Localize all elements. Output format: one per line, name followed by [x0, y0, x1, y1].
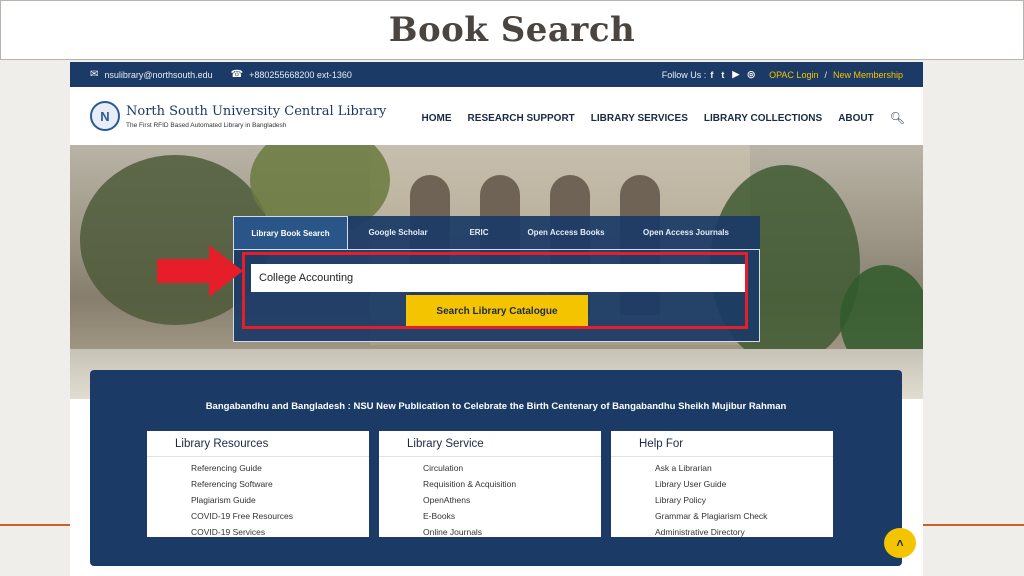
youtube-icon[interactable]: ▶ — [732, 69, 739, 80]
nav-home[interactable]: HOME — [422, 113, 452, 124]
list-item[interactable]: Referencing Software — [191, 476, 369, 492]
email-text: nsulibrary@northsouth.edu — [104, 69, 213, 80]
link-separator: / — [824, 69, 827, 80]
decorative-line-left — [0, 524, 70, 526]
main-nav: HOME RESEARCH SUPPORT LIBRARY SERVICES L… — [406, 111, 905, 125]
list-item[interactable]: COVID-19 Free Resources — [191, 508, 369, 524]
nav-library-services[interactable]: LIBRARY SERVICES — [591, 113, 688, 124]
card-title: Library Service — [379, 431, 601, 457]
site-header: N North South University Central Library… — [70, 87, 923, 145]
new-membership-link[interactable]: New Membership — [833, 70, 903, 80]
red-arrow-icon — [157, 245, 243, 297]
list-item[interactable]: Ask a Librarian — [655, 460, 833, 476]
search-highlight-box — [242, 252, 748, 329]
list-item[interactable]: Circulation — [423, 460, 601, 476]
list-item[interactable]: OpenAthens — [423, 492, 601, 508]
phone-text: +880255668200 ext-1360 — [249, 69, 352, 80]
library-website: ✉ nsulibrary@northsouth.edu ☎ +880255668… — [70, 62, 923, 576]
tab-open-access-journals[interactable]: Open Access Journals — [622, 216, 750, 249]
tab-open-access-books[interactable]: Open Access Books — [510, 216, 622, 249]
list-item[interactable]: Administrative Directory — [655, 524, 833, 540]
list-item[interactable]: Online Journals — [423, 524, 601, 540]
list-item[interactable]: Library Policy — [655, 492, 833, 508]
contact-bar: ✉ nsulibrary@northsouth.edu ☎ +880255668… — [70, 62, 923, 87]
publication-headline[interactable]: Bangabandhu and Bangladesh : NSU New Pub… — [90, 401, 902, 412]
nav-library-collections[interactable]: LIBRARY COLLECTIONS — [704, 113, 822, 124]
list-item[interactable]: COVID-19 Services — [191, 524, 369, 540]
facebook-icon[interactable]: f — [710, 70, 713, 80]
nav-research-support[interactable]: RESEARCH SUPPORT — [468, 113, 575, 124]
list-item[interactable]: E-Books — [423, 508, 601, 524]
tab-library-book-search[interactable]: Library Book Search — [233, 216, 348, 249]
list-item[interactable]: Requisition & Acquisition — [423, 476, 601, 492]
slide-title-box: Book Search — [0, 0, 1024, 60]
card-title: Help For — [611, 431, 833, 457]
phone-icon: ☎ — [230, 69, 244, 80]
slide-title: Book Search — [388, 10, 636, 50]
library-name: North South University Central Library — [126, 103, 387, 119]
info-panel: Bangabandhu and Bangladesh : NSU New Pub… — [90, 370, 902, 566]
phone-link[interactable]: ☎ +880255668200 ext-1360 — [231, 69, 352, 80]
card-title: Library Resources — [147, 431, 369, 457]
opac-login-link[interactable]: OPAC Login — [769, 70, 818, 80]
tab-google-scholar[interactable]: Google Scholar — [348, 216, 448, 249]
list-item[interactable]: Plagiarism Guide — [191, 492, 369, 508]
list-item[interactable]: Library User Guide — [655, 476, 833, 492]
tab-eric[interactable]: ERIC — [448, 216, 510, 249]
university-logo-icon[interactable]: N — [90, 101, 120, 131]
follow-us-label: Follow Us : — [661, 69, 707, 80]
list-item[interactable]: Grammar & Plagiarism Check — [655, 508, 833, 524]
search-tabs: Library Book Search Google Scholar ERIC … — [233, 216, 760, 249]
list-item[interactable]: Referencing Guide — [191, 460, 369, 476]
scroll-to-top-button[interactable]: ˄ — [884, 528, 916, 558]
library-branding[interactable]: North South University Central Library T… — [126, 104, 386, 129]
email-link[interactable]: ✉ nsulibrary@northsouth.edu — [90, 69, 213, 80]
library-tagline: The First RFID Based Automated Library i… — [126, 121, 287, 129]
search-icon[interactable]: 🔍︎ — [890, 111, 905, 125]
card-library-resources: Library Resources Referencing Guide Refe… — [147, 431, 369, 537]
envelope-icon: ✉ — [90, 69, 99, 80]
card-help-for: Help For Ask a Librarian Library User Gu… — [611, 431, 833, 537]
instagram-icon[interactable]: ◎ — [747, 69, 755, 80]
chevron-up-icon: ˄ — [896, 536, 904, 550]
card-library-service: Library Service Circulation Requisition … — [379, 431, 601, 537]
decorative-line-right — [923, 524, 1024, 526]
twitter-icon[interactable]: t — [721, 70, 724, 80]
nav-about[interactable]: ABOUT — [838, 113, 874, 124]
